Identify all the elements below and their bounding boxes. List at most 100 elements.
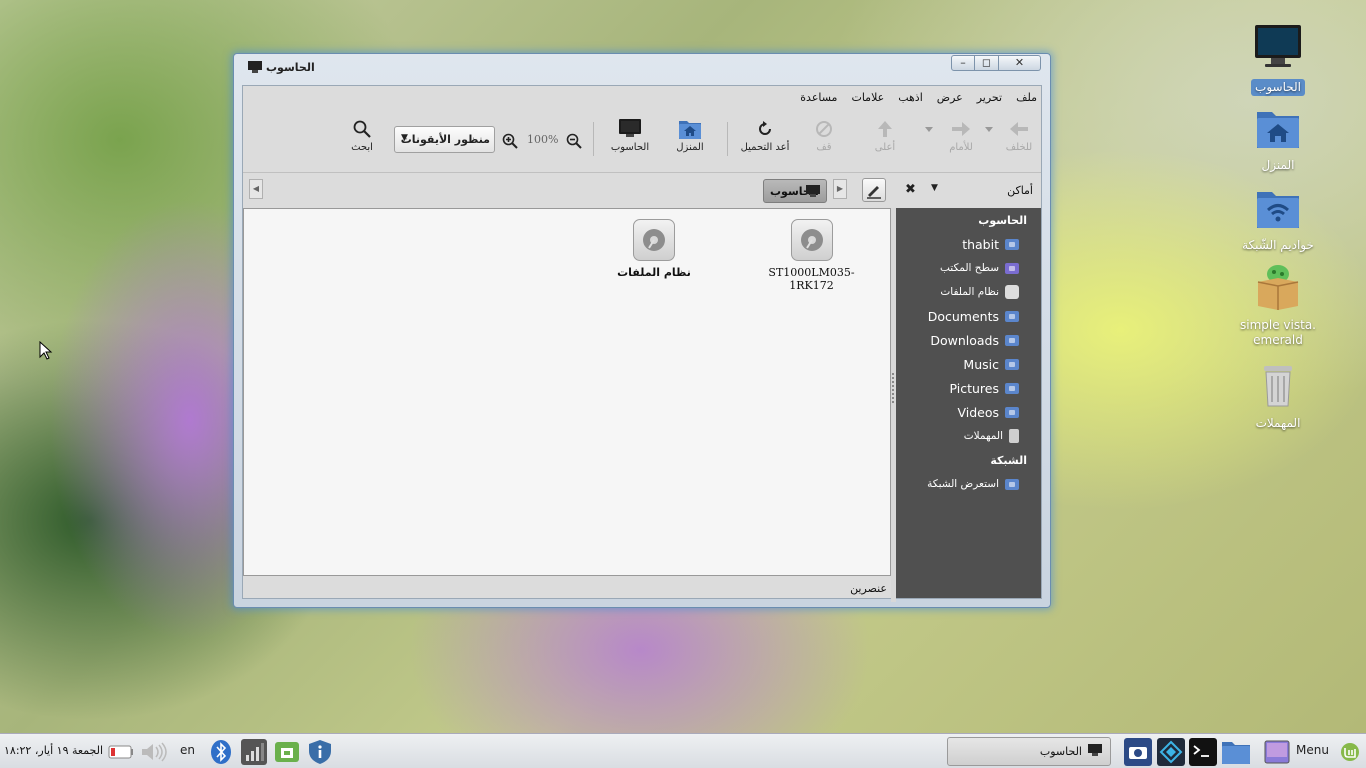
menu-edit[interactable]: تحرير [977,91,1002,104]
search-button[interactable]: ابحث [345,116,379,153]
maximize-button[interactable]: ◻ [975,55,999,71]
show-desktop-icon[interactable] [1262,737,1292,767]
files-launcher-icon[interactable] [1220,737,1252,767]
sidebar-item-label: المهملات [963,430,1003,442]
window-titlebar[interactable]: الحاسوب – ◻ ✕ [234,54,1050,84]
sidebar-item-videos[interactable]: Videos [957,405,1019,420]
folder-icon [1005,359,1019,370]
menu-bookmarks[interactable]: علامات [851,91,884,104]
sidebar-type-dropdown[interactable]: ▼ [931,183,938,193]
minimize-button[interactable]: – [951,55,975,71]
mouse-cursor-icon [39,340,53,364]
keyboard-layout-indicator[interactable]: en [180,743,195,757]
forward-history-dropdown[interactable] [923,116,935,142]
reload-icon [735,116,795,142]
folder-icon [1005,407,1019,418]
sidebar-item-label: Pictures [949,381,1000,396]
search-label: ابحث [351,142,373,153]
sidebar-item-label: نظام الملفات [940,286,999,298]
kodi-launcher-icon[interactable] [1156,737,1186,767]
battery-icon[interactable] [107,737,135,767]
network-signal-icon[interactable] [240,737,268,767]
forward-button[interactable]: للأمام [943,116,979,153]
bluetooth-icon[interactable] [208,737,234,767]
computer-icon [248,61,262,76]
sidebar-item-music[interactable]: Music [963,357,1019,372]
sidebar-item-downloads[interactable]: Downloads [930,333,1019,348]
sidebar-item-browse-network[interactable]: استعرض الشبكة [927,478,1019,490]
pencil-icon [867,186,881,199]
back-history-dropdown[interactable] [983,116,995,142]
stop-icon [809,116,839,142]
bottom-panel: الجمعة ١٩ أيار، ١٨:٢٢ en الحاسوب Menu [0,733,1366,768]
file-view[interactable]: ST1000LM035-1RK172 نظام الملفات [243,208,891,576]
menu-help[interactable]: مساعدة [800,91,837,104]
desktop-icon-trash[interactable]: المهملات [1233,362,1323,432]
stop-button[interactable]: قف [809,116,839,153]
zoom-in-button[interactable] [501,128,519,154]
trash-icon [1233,362,1323,413]
computer-button[interactable]: الحاسوب [607,116,653,153]
update-manager-icon[interactable] [272,737,302,767]
view-mode-select[interactable]: ▼ منظور الأيقونات [394,126,495,153]
file-item-disk[interactable]: ST1000LM035-1RK172 [749,219,874,292]
scroll-left-button[interactable]: ◀ [249,179,263,199]
desktop-icon-label: المهملات [1255,416,1301,430]
places-label: أماكن [1007,184,1033,197]
close-sidebar-icon[interactable]: ✖ [905,182,916,197]
security-shield-icon[interactable] [306,737,334,767]
toolbar: للخلف للأمام أعلى قف أعد التحميل المنزل … [243,116,1041,170]
menu-button-label[interactable]: Menu [1296,743,1329,757]
taskbar-window-button[interactable]: الحاسوب [947,737,1111,766]
reload-button[interactable]: أعد التحميل [735,116,795,153]
scroll-right-button[interactable]: ▶ [833,179,847,199]
menu-go[interactable]: اذهب [898,91,923,104]
up-button[interactable]: أعلى [869,116,901,153]
desktop-icon-package[interactable]: simple vista. emerald [1233,262,1323,349]
places-sidebar: الحاسوب thabit سطح المكتب نظام الملفات D… [896,208,1041,598]
trash-icon [1009,429,1019,443]
sidebar-item-trash[interactable]: المهملات [964,429,1019,443]
stop-label: قف [816,142,832,153]
breadcrumb-computer[interactable]: الحاسوب [763,179,827,203]
location-bar: ◀ الحاسوب ▶ ✖ ▼ أماكن [243,172,1041,206]
home-folder-icon [1233,104,1323,155]
drive-icon [1005,285,1019,299]
menu-file[interactable]: ملف [1016,91,1037,104]
sidebar-item-pictures[interactable]: Pictures [949,381,1019,396]
sidebar-item-filesystem[interactable]: نظام الملفات [940,285,1019,299]
desktop-icon-label: الحاسوب [1251,79,1305,96]
sidebar-item-desktop[interactable]: سطح المكتب [940,262,1019,274]
zoom-out-icon [565,128,583,154]
home-button[interactable]: المنزل [673,116,707,153]
view-mode-value: منظور الأيقونات [400,133,490,146]
sidebar-item-thabit[interactable]: thabit [962,237,1019,252]
window-controls: – ◻ ✕ [951,55,1041,71]
screenshot-launcher-icon[interactable] [1123,737,1153,767]
desktop-icon-network[interactable]: خواديم الشّبكة [1233,184,1323,254]
taskbar-window-label: الحاسوب [1039,745,1082,758]
file-item-filesystem[interactable]: نظام الملفات [614,219,694,279]
toggle-location-entry-button[interactable] [862,178,886,202]
computer-icon [1233,24,1323,77]
window-title: الحاسوب [266,61,315,74]
desktop-icon-home[interactable]: المنزل [1233,104,1323,174]
up-label: أعلى [874,142,896,153]
back-button[interactable]: للخلف [1001,116,1037,153]
sidebar-item-label: سطح المكتب [940,262,999,274]
mint-logo-icon[interactable] [1338,737,1362,767]
home-label: المنزل [676,142,704,153]
zoom-out-button[interactable] [565,128,583,154]
menubar: ملف تحرير عرض اذهب علامات مساعدة [800,91,1037,104]
clock[interactable]: الجمعة ١٩ أيار، ١٨:٢٢ [4,744,103,757]
desktop-icon-label: المنزل [1261,158,1295,172]
sidebar-item-documents[interactable]: Documents [928,309,1019,324]
close-button[interactable]: ✕ [999,55,1041,71]
back-arrow-icon [1001,116,1037,142]
desktop-icon-computer[interactable]: الحاسوب [1233,24,1323,96]
forward-label: للأمام [949,142,973,153]
chevron-down-icon [923,116,935,142]
volume-icon[interactable] [139,737,169,767]
terminal-launcher-icon[interactable] [1188,737,1218,767]
menu-view[interactable]: عرض [937,91,963,104]
